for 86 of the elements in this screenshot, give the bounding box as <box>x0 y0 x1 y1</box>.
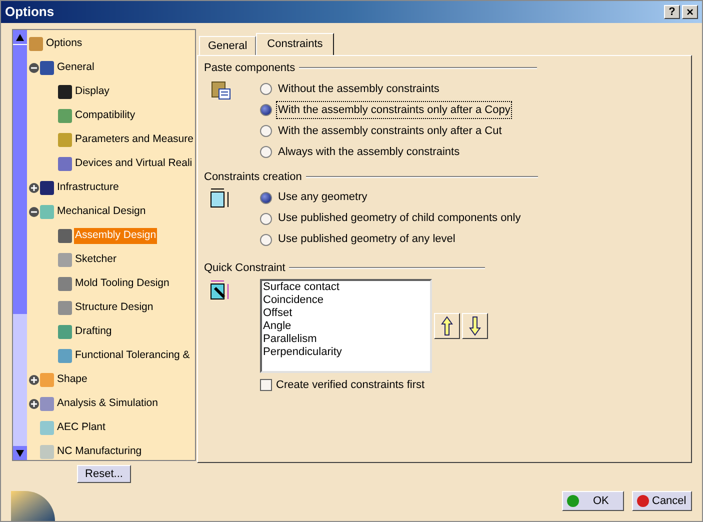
move-up-button[interactable] <box>434 312 460 338</box>
constraint-list[interactable]: Surface contact Coincidence Offset Angle Parallelism Perpendicularity <box>260 278 432 372</box>
list-item[interactable]: Perpendicularity <box>263 346 429 358</box>
workbench-icon <box>58 277 72 291</box>
scrollbar[interactable] <box>13 30 27 460</box>
tree-item[interactable]: Structure Design <box>74 300 154 316</box>
workbench-icon <box>58 325 72 339</box>
section-title: Paste components <box>204 61 296 76</box>
clipboard-icon <box>210 78 232 100</box>
checkbox-label[interactable]: Create verified constraints first <box>276 376 425 393</box>
section-title: Constraints creation <box>204 170 302 184</box>
radio-label[interactable]: Without the assembly constraints <box>276 80 442 98</box>
tree-item[interactable]: AEC Plant <box>56 420 106 436</box>
radio-label[interactable]: Use published geometry of any level <box>276 230 458 249</box>
tree-item[interactable]: Functional Tolerancing & <box>74 348 191 364</box>
move-down-button[interactable] <box>462 312 488 338</box>
tree-item[interactable]: Mold Tooling Design <box>74 276 170 292</box>
expander-icon[interactable] <box>29 399 39 409</box>
scroll-thumb[interactable] <box>13 44 27 314</box>
expander-icon[interactable] <box>29 375 39 385</box>
reset-button[interactable]: Reset... <box>77 465 131 483</box>
list-item[interactable]: Angle <box>263 320 429 332</box>
expander-icon[interactable] <box>29 63 39 73</box>
arrow-down-icon <box>469 316 481 336</box>
tree-item[interactable]: Infrastructure <box>56 180 120 196</box>
window-title: Options <box>5 3 54 22</box>
list-item[interactable]: Coincidence <box>263 294 429 306</box>
scroll-up-icon[interactable] <box>13 30 27 44</box>
tree-item[interactable]: Display <box>74 84 110 100</box>
list-item[interactable]: Surface contact <box>263 280 429 294</box>
workbench-icon <box>29 37 43 51</box>
workbench-icon <box>58 301 72 315</box>
workbench-icon <box>40 181 54 195</box>
checkbox[interactable] <box>260 378 272 391</box>
tree-item[interactable]: Mechanical Design <box>56 204 147 220</box>
radio-button[interactable] <box>260 104 272 116</box>
workbench-icon <box>58 349 72 363</box>
tree-item[interactable]: Shape <box>56 372 88 388</box>
tree-item[interactable]: Drafting <box>74 324 113 340</box>
radio-button[interactable] <box>260 212 272 224</box>
tree-item[interactable]: Options <box>45 36 84 52</box>
tree-item[interactable]: Sketcher <box>74 252 118 268</box>
tree-item[interactable]: Devices and Virtual Reali <box>74 156 194 172</box>
tab[interactable]: General <box>199 36 256 55</box>
globe-drawing <box>11 491 55 521</box>
radio-button[interactable] <box>260 125 272 137</box>
ok-icon <box>567 495 579 507</box>
cancel-icon <box>637 495 649 507</box>
tree-item[interactable]: General <box>56 60 96 76</box>
workbench-icon <box>40 421 54 435</box>
workbench-icon <box>40 61 54 75</box>
ok-button[interactable]: OK <box>562 491 624 511</box>
workbench-icon <box>40 373 54 387</box>
radio-label[interactable]: Use published geometry of child components only <box>276 209 523 228</box>
help-button[interactable]: ? <box>664 5 680 19</box>
tab[interactable]: Constraints <box>256 33 334 55</box>
tree-item[interactable]: Parameters and Measure <box>74 132 194 148</box>
list-item[interactable]: Parallelism <box>263 332 429 346</box>
radio-label[interactable]: Always with the assembly constraints <box>276 142 462 162</box>
scroll-down-icon[interactable] <box>13 446 27 460</box>
radio-button[interactable] <box>260 146 272 158</box>
list-item[interactable]: Offset <box>263 306 429 320</box>
expander-icon[interactable] <box>29 183 39 193</box>
radio-label[interactable]: Use any geometry <box>276 188 370 207</box>
workbench-icon <box>40 397 54 411</box>
workbench-icon <box>58 229 72 243</box>
radio-label[interactable]: With the assembly constraints only after a Cut <box>276 122 504 140</box>
arrow-up-icon <box>441 316 453 336</box>
tree-item[interactable]: Compatibility <box>74 108 136 124</box>
workbench-icon <box>58 157 72 171</box>
workbench-icon <box>58 109 72 123</box>
close-button[interactable]: × <box>682 5 698 19</box>
tree-item[interactable]: NC Manufacturing <box>56 444 143 460</box>
workbench-icon <box>40 445 54 459</box>
workbench-icon <box>58 133 72 147</box>
workbench-icon <box>40 205 54 219</box>
radio-button[interactable] <box>260 83 272 95</box>
section-title: Quick Constraint <box>204 261 286 276</box>
radio-button[interactable] <box>260 234 272 246</box>
workbench-icon <box>58 253 72 267</box>
expander-icon[interactable] <box>29 207 39 217</box>
radio-button[interactable] <box>260 192 272 204</box>
workbench-icon <box>58 85 72 99</box>
radio-label[interactable]: With the assembly constraints only after a Copy <box>276 100 512 120</box>
tree-item[interactable]: Analysis & Simulation <box>56 396 159 412</box>
cancel-button[interactable]: Cancel <box>632 491 692 511</box>
